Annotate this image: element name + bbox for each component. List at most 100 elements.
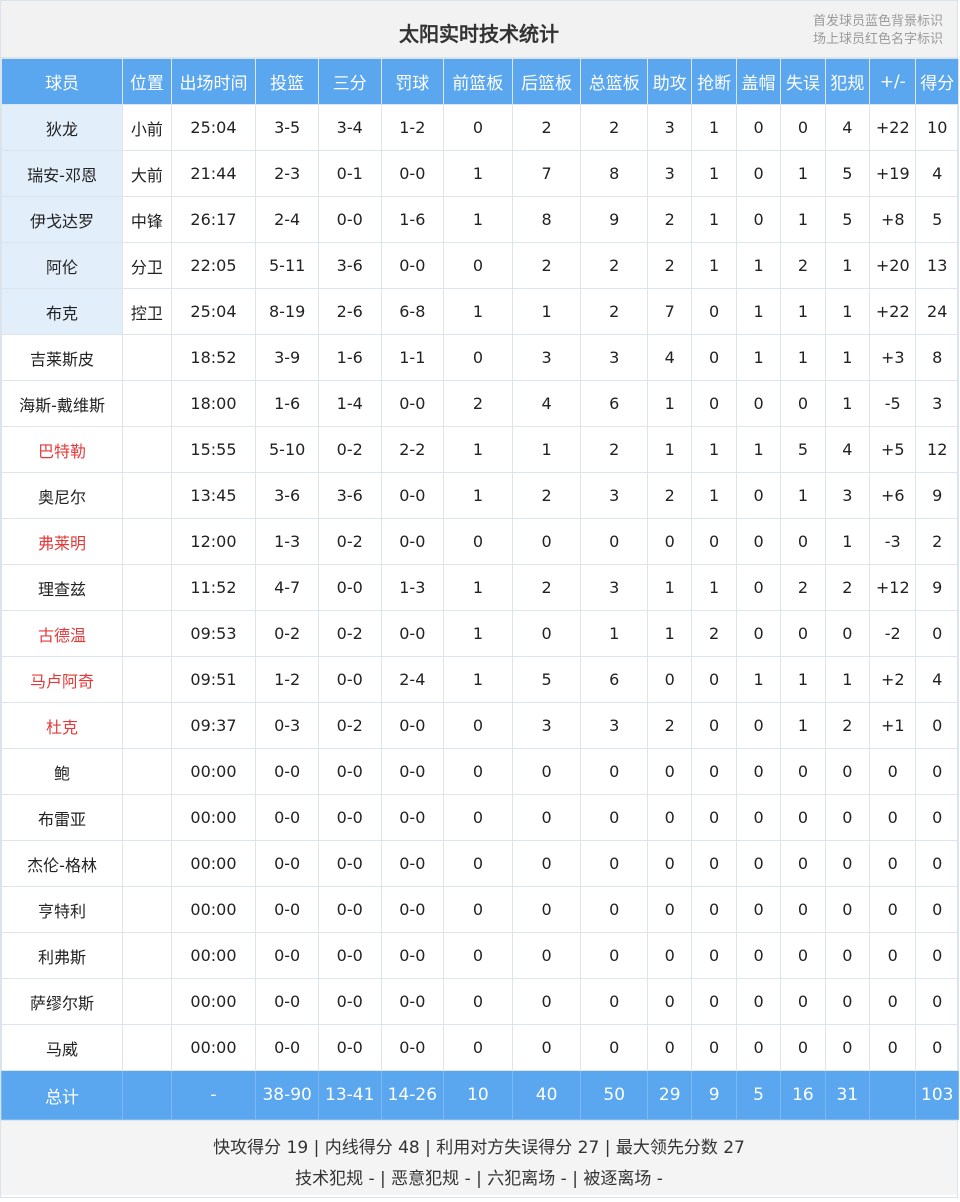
column-header[interactable]: 出场时间 bbox=[170, 58, 257, 105]
stat-cell: 1 bbox=[443, 426, 513, 473]
stat-cell bbox=[122, 748, 172, 795]
column-header[interactable]: 位置 bbox=[122, 58, 172, 105]
player-name-link[interactable]: 吉莱斯皮 bbox=[0, 334, 124, 381]
stat-cell: 0-0 bbox=[255, 932, 319, 979]
table-row[interactable]: 古德温 09:53 0-2 0-2 0-0 1 0 1 1 2 0 0 0 -2 0 bbox=[0, 610, 959, 657]
stat-cell: 0 bbox=[691, 794, 737, 841]
column-header[interactable]: 三分 bbox=[317, 58, 382, 105]
table-row[interactable]: 马卢阿奇 09:51 1-2 0-0 2-4 1 5 6 0 0 1 1 1 +2 4 bbox=[0, 656, 959, 703]
player-name-link[interactable]: 杜克 bbox=[0, 702, 124, 749]
stat-cell: 0 bbox=[735, 196, 782, 243]
player-name-link[interactable]: 理查兹 bbox=[0, 564, 124, 611]
column-header[interactable]: 罚球 bbox=[380, 58, 445, 105]
totals-cell: 16 bbox=[780, 1070, 826, 1120]
table-row[interactable]: 布克 控卫 25:04 8-19 2-6 6-8 1 1 2 7 0 1 1 1 +22 24 bbox=[0, 288, 959, 335]
stat-cell: 0 bbox=[647, 886, 693, 933]
table-row[interactable]: 奥尼尔 13:45 3-6 3-6 0-0 1 2 3 2 1 0 1 3 +6 9 bbox=[0, 472, 959, 519]
stat-cell: 1 bbox=[691, 196, 737, 243]
table-row[interactable]: 杜克 09:37 0-3 0-2 0-0 0 3 3 2 0 0 1 2 +1 0 bbox=[0, 702, 959, 749]
player-name-link[interactable]: 马威 bbox=[0, 1024, 124, 1071]
table-row[interactable]: 狄龙 小前 25:04 3-5 3-4 1-2 0 2 2 3 1 0 0 4 +22 10 bbox=[0, 104, 959, 151]
stat-cell: 0-0 bbox=[255, 794, 319, 841]
totals-cell: 103 bbox=[915, 1070, 959, 1120]
boxscore-panel: 太阳实时技术统计 首发球员蓝色背景标识 场上球员红色名字标识 球员 位置 出场时间投… bbox=[0, 0, 959, 1198]
player-name-link[interactable]: 巴特勒 bbox=[0, 426, 124, 473]
player-name-link[interactable]: 阿伦 bbox=[0, 242, 124, 289]
table-row[interactable]: 伊戈达罗 中锋 26:17 2-4 0-0 1-6 1 8 9 2 1 0 1 5 +8 5 bbox=[0, 196, 959, 243]
column-header[interactable]: 得分 bbox=[915, 58, 959, 105]
stat-cell: 0 bbox=[511, 794, 582, 841]
table-row[interactable]: 萨缪尔斯 00:00 0-0 0-0 0-0 0 0 0 0 0 0 0 0 0 0 bbox=[0, 978, 959, 1025]
table-row[interactable]: 理查兹 11:52 4-7 0-0 1-3 1 2 3 1 1 0 2 2 +12 9 bbox=[0, 564, 959, 611]
stat-cell: 4 bbox=[915, 150, 959, 197]
player-name-link[interactable]: 鲍 bbox=[0, 748, 124, 795]
player-name-link[interactable]: 弗莱明 bbox=[0, 518, 124, 565]
player-name-link[interactable]: 萨缪尔斯 bbox=[0, 978, 124, 1025]
stat-cell: 4 bbox=[511, 380, 582, 427]
stat-cell: 2-2 bbox=[380, 426, 445, 473]
stat-cell: 3-6 bbox=[317, 242, 382, 289]
stat-cell: 1 bbox=[824, 656, 871, 703]
stat-cell: 0 bbox=[647, 978, 693, 1025]
stat-cell: 2 bbox=[780, 242, 826, 289]
column-header[interactable]: 失误 bbox=[780, 58, 826, 105]
player-name-link[interactable]: 奥尼尔 bbox=[0, 472, 124, 519]
column-header[interactable]: 总篮板 bbox=[580, 58, 649, 105]
stat-cell: 1-3 bbox=[380, 564, 445, 611]
stat-cell bbox=[122, 1024, 172, 1071]
column-header[interactable]: 助攻 bbox=[647, 58, 693, 105]
stat-cell: 0 bbox=[780, 978, 826, 1025]
table-row[interactable]: 巴特勒 15:55 5-10 0-2 2-2 1 1 2 1 1 1 5 4 +5 12 bbox=[0, 426, 959, 473]
player-name-link[interactable]: 瑞安-邓恩 bbox=[0, 150, 124, 197]
stat-cell: 1 bbox=[511, 288, 582, 335]
table-row[interactable]: 鲍 00:00 0-0 0-0 0-0 0 0 0 0 0 0 0 0 0 0 bbox=[0, 748, 959, 795]
stat-cell: 09:53 bbox=[170, 610, 257, 657]
stat-cell: 09:37 bbox=[170, 702, 257, 749]
column-header[interactable]: 球员 bbox=[0, 58, 124, 105]
table-row[interactable]: 马威 00:00 0-0 0-0 0-0 0 0 0 0 0 0 0 0 0 0 bbox=[0, 1024, 959, 1071]
player-name-link[interactable]: 古德温 bbox=[0, 610, 124, 657]
table-row[interactable]: 弗莱明 12:00 1-3 0-2 0-0 0 0 0 0 0 0 0 1 -3 2 bbox=[0, 518, 959, 565]
column-header[interactable]: 犯规 bbox=[824, 58, 871, 105]
stat-cell: 0 bbox=[443, 886, 513, 933]
stat-cell: 1 bbox=[511, 426, 582, 473]
stat-cell: 0-0 bbox=[380, 1024, 445, 1071]
stat-cell: 3 bbox=[580, 472, 649, 519]
player-name-link[interactable]: 伊戈达罗 bbox=[0, 196, 124, 243]
stat-cell: 00:00 bbox=[170, 840, 257, 887]
column-header[interactable]: 前篮板 bbox=[443, 58, 513, 105]
table-row[interactable]: 布雷亚 00:00 0-0 0-0 0-0 0 0 0 0 0 0 0 0 0 0 bbox=[0, 794, 959, 841]
stat-cell: 0-0 bbox=[380, 518, 445, 565]
table-row[interactable]: 瑞安-邓恩 大前 21:44 2-3 0-1 0-0 1 7 8 3 1 0 1 5 +19 4 bbox=[0, 150, 959, 197]
player-name-link[interactable]: 杰伦-格林 bbox=[0, 840, 124, 887]
column-header[interactable]: +/- bbox=[869, 58, 917, 105]
stat-cell: 0 bbox=[824, 886, 871, 933]
table-row[interactable]: 亨特利 00:00 0-0 0-0 0-0 0 0 0 0 0 0 0 0 0 0 bbox=[0, 886, 959, 933]
column-header[interactable]: 盖帽 bbox=[735, 58, 782, 105]
stat-cell: 0-0 bbox=[380, 748, 445, 795]
column-header[interactable]: 抢断 bbox=[691, 58, 737, 105]
column-header[interactable]: 后篮板 bbox=[511, 58, 582, 105]
table-row[interactable]: 利弗斯 00:00 0-0 0-0 0-0 0 0 0 0 0 0 0 0 0 0 bbox=[0, 932, 959, 979]
stat-cell: 0 bbox=[735, 840, 782, 887]
table-row[interactable]: 海斯-戴维斯 18:00 1-6 1-4 0-0 2 4 6 1 0 0 0 1 -5 3 bbox=[0, 380, 959, 427]
player-name-link[interactable]: 马卢阿奇 bbox=[0, 656, 124, 703]
player-name-link[interactable]: 布克 bbox=[0, 288, 124, 335]
player-name-link[interactable]: 狄龙 bbox=[0, 104, 124, 151]
stat-cell: 1 bbox=[691, 150, 737, 197]
stat-cell: 0 bbox=[647, 794, 693, 841]
table-row[interactable]: 阿伦 分卫 22:05 5-11 3-6 0-0 0 2 2 2 1 1 2 1 +20 13 bbox=[0, 242, 959, 289]
table-row[interactable]: 杰伦-格林 00:00 0-0 0-0 0-0 0 0 0 0 0 0 0 0 0 0 bbox=[0, 840, 959, 887]
table-row[interactable]: 吉莱斯皮 18:52 3-9 1-6 1-1 0 3 3 4 0 1 1 1 +3 8 bbox=[0, 334, 959, 381]
stat-cell bbox=[122, 794, 172, 841]
player-name-link[interactable]: 利弗斯 bbox=[0, 932, 124, 979]
column-header[interactable]: 投篮 bbox=[255, 58, 319, 105]
stat-cell: 0 bbox=[869, 932, 917, 979]
legend-oncourt: 场上球员红色名字标识 bbox=[812, 32, 943, 47]
stat-cell: 13 bbox=[915, 242, 959, 289]
totals-cell: 38-90 bbox=[255, 1070, 319, 1120]
stat-cell: 0 bbox=[869, 840, 917, 887]
player-name-link[interactable]: 亨特利 bbox=[0, 886, 124, 933]
player-name-link[interactable]: 海斯-戴维斯 bbox=[0, 380, 124, 427]
player-name-link[interactable]: 布雷亚 bbox=[0, 794, 124, 841]
